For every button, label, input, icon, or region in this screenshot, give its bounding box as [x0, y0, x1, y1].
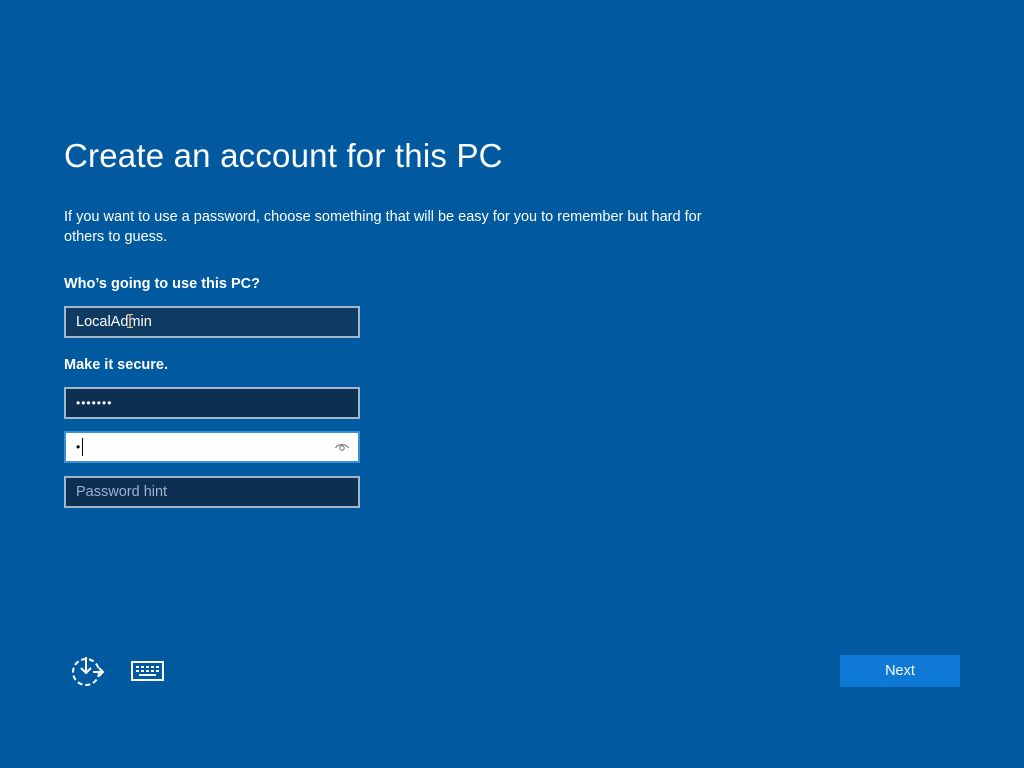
username-value: LocalAdmin [76, 314, 152, 330]
next-button[interactable]: Next [840, 655, 960, 687]
password-value: ••••••• [76, 396, 113, 410]
confirm-password-field[interactable]: • [64, 431, 360, 463]
text-cursor-icon [127, 314, 133, 328]
keyboard-icon[interactable] [130, 654, 166, 688]
ease-of-access-icon[interactable] [69, 654, 105, 688]
password-hint-field[interactable]: Password hint [64, 476, 360, 508]
page-description: If you want to use a password, choose so… [64, 209, 702, 245]
password-hint-placeholder: Password hint [76, 484, 168, 500]
text-caret [82, 438, 84, 456]
username-label: Who’s going to use this PC? [64, 276, 261, 292]
page-title: Create an account for this PC [64, 137, 503, 174]
password-field[interactable]: ••••••• [64, 387, 360, 419]
username-field[interactable]: LocalAdmin [64, 306, 360, 338]
oobe-account-page: Create an account for this PC If you wan… [0, 0, 1024, 768]
reveal-password-icon[interactable] [334, 439, 350, 455]
confirm-password-value: • [76, 440, 82, 454]
secure-label: Make it secure. [64, 357, 168, 373]
